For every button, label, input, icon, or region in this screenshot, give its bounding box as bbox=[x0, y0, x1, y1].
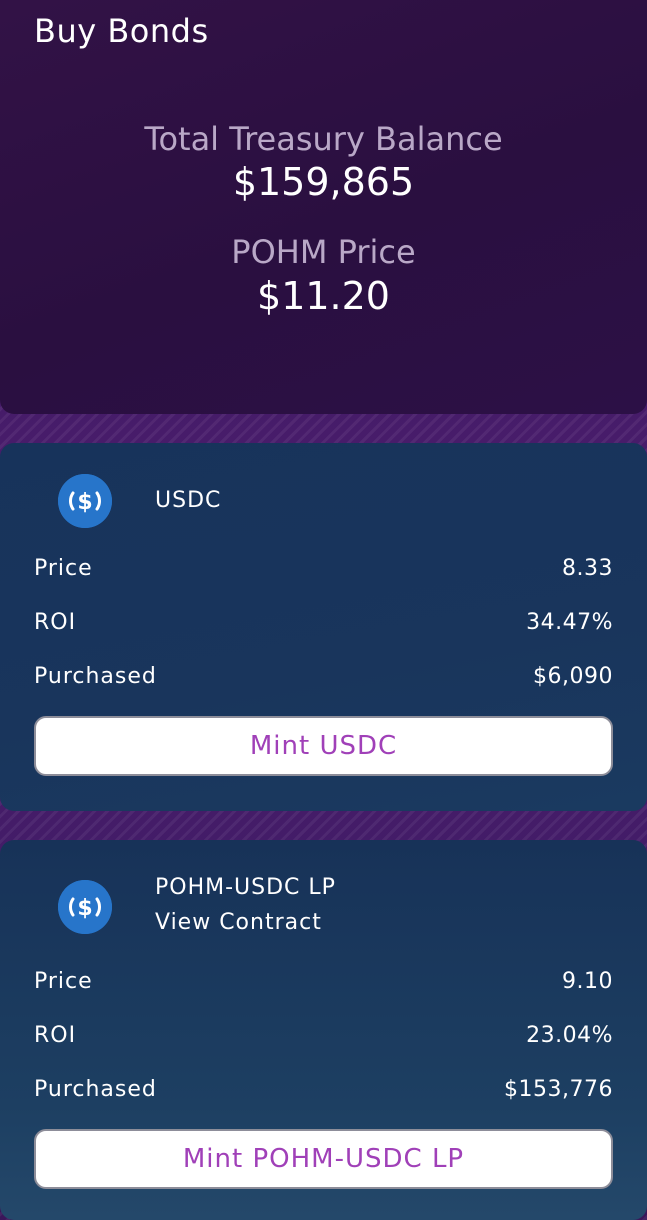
usdc-dollar-icon: $ bbox=[58, 880, 112, 934]
treasury-summary-card: Buy Bonds Total Treasury Balance $159,86… bbox=[0, 0, 647, 414]
usdc-dollar-icon: $ bbox=[58, 474, 112, 528]
roi-label: ROI bbox=[34, 1023, 77, 1048]
price-value: 8.33 bbox=[562, 556, 613, 581]
purchased-value: $6,090 bbox=[533, 664, 613, 689]
pohm-price-value: $11.20 bbox=[257, 274, 390, 318]
roi-value: 23.04% bbox=[526, 1023, 613, 1048]
svg-text:$: $ bbox=[77, 896, 92, 921]
bond-card-pohm-usdc-lp: $ POHM-USDC LP View Contract Price 9.10 … bbox=[0, 840, 647, 1220]
purchased-label: Purchased bbox=[34, 1077, 157, 1102]
price-label: Price bbox=[34, 969, 93, 994]
bond-name: POHM-USDC LP bbox=[155, 875, 336, 900]
treasury-balance-value: $159,865 bbox=[232, 160, 415, 204]
bond-card-usdc: $ USDC Price 8.33 ROI 34.47% Purchased $… bbox=[0, 443, 647, 811]
bond-name: USDC bbox=[155, 488, 222, 513]
view-contract-link[interactable]: View Contract bbox=[155, 910, 322, 935]
price-label: Price bbox=[34, 556, 93, 581]
treasury-balance-label: Total Treasury Balance bbox=[144, 120, 503, 158]
roi-label: ROI bbox=[34, 610, 77, 635]
mint-usdc-button[interactable]: Mint USDC bbox=[34, 716, 613, 776]
purchased-label: Purchased bbox=[34, 664, 157, 689]
roi-value: 34.47% bbox=[526, 610, 613, 635]
svg-text:$: $ bbox=[77, 490, 92, 515]
pohm-price-label: POHM Price bbox=[231, 233, 416, 271]
page-title: Buy Bonds bbox=[34, 12, 209, 50]
price-value: 9.10 bbox=[562, 969, 613, 994]
purchased-value: $153,776 bbox=[504, 1077, 613, 1102]
mint-pohm-usdc-lp-button[interactable]: Mint POHM-USDC LP bbox=[34, 1129, 613, 1189]
